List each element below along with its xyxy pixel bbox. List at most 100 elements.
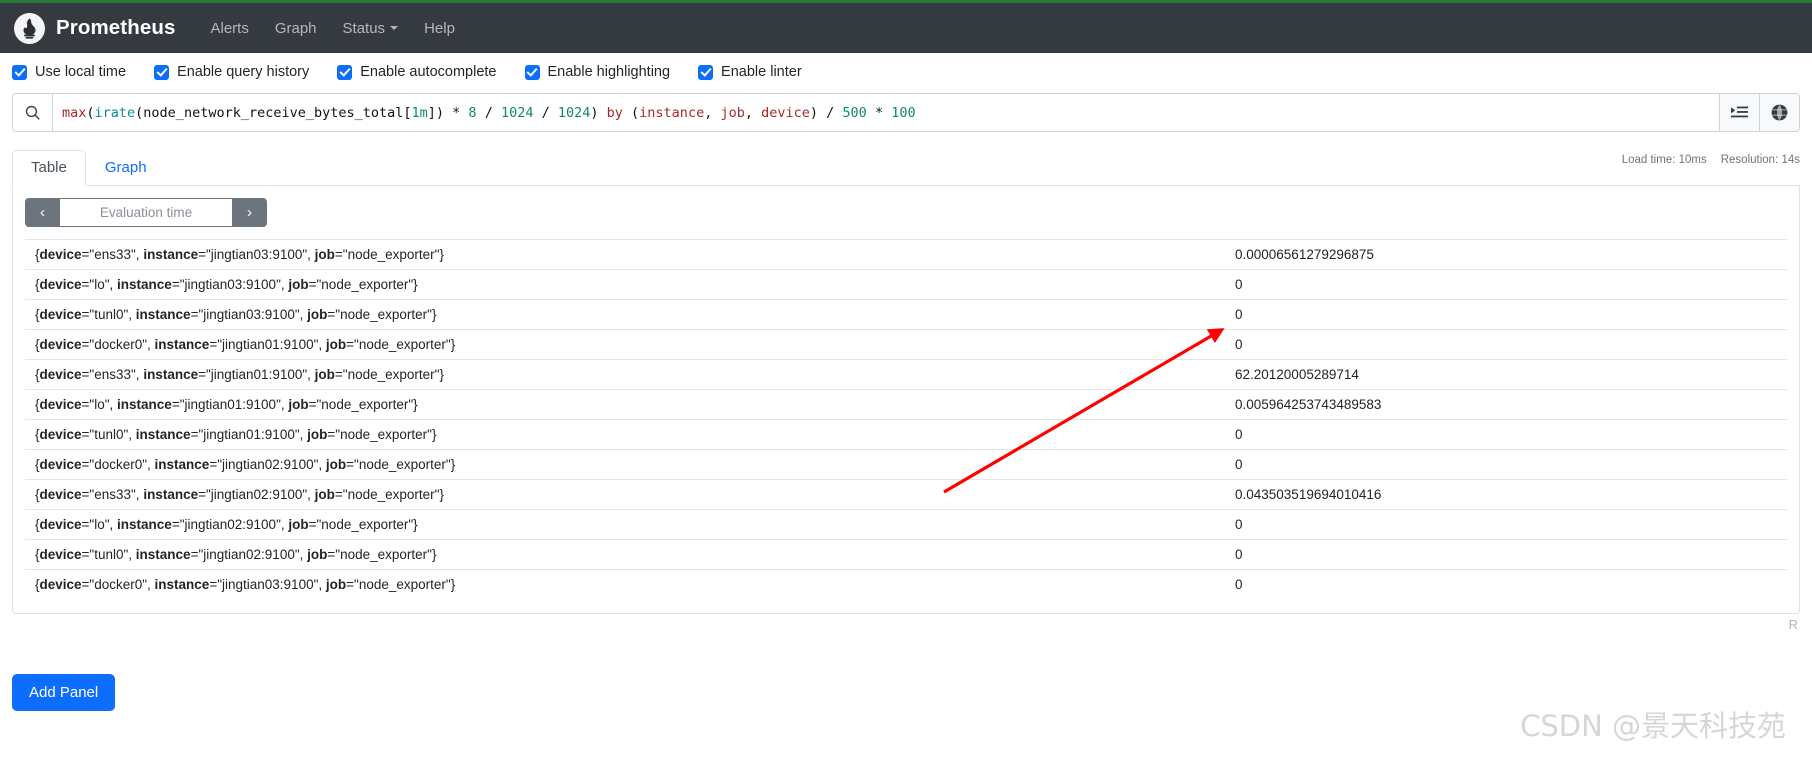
label-value: ="ens33", (81, 367, 144, 382)
label-name: job (314, 367, 335, 382)
evaluation-time-next-button[interactable]: › (232, 198, 267, 227)
brace: } (431, 547, 437, 562)
label-value: ="lo", (81, 277, 118, 292)
nav-link-status-label: Status (342, 19, 386, 37)
label-name: device (39, 397, 82, 412)
query-token: ( (622, 104, 640, 121)
prometheus-torch-logo-icon (14, 12, 45, 44)
option-label: Enable linter (721, 64, 802, 80)
label-value: ="node_exporter" (308, 277, 414, 292)
metric-value-cell: 0.00006561279296875 (1235, 247, 1374, 262)
label-name: instance (154, 457, 210, 472)
label-value: ="jingtian01:9100", (209, 337, 326, 352)
label-value: ="node_exporter" (327, 547, 432, 562)
query-expression-input[interactable]: max(irate(node_network_receive_bytes_tot… (53, 94, 1719, 131)
label-name: instance (135, 427, 191, 442)
top-navbar: Prometheus Alerts Graph Status Help (0, 0, 1812, 53)
label-name: instance (143, 247, 199, 262)
label-value: ="node_exporter" (334, 487, 440, 502)
label-value: ="jingtian03:9100", (171, 277, 289, 292)
label-value: ="ens33", (81, 247, 144, 262)
query-options-row: Use local time Enable query history Enab… (0, 53, 1812, 90)
label-name: job (314, 247, 335, 262)
resolution-text: Resolution: 14s (1720, 154, 1800, 166)
option-enable-highlighting[interactable]: Enable highlighting (524, 64, 671, 80)
query-token: , (744, 104, 762, 121)
evaluation-time-input[interactable]: Evaluation time (60, 198, 232, 227)
brand-title: Prometheus (56, 16, 176, 39)
label-name: device (39, 487, 82, 502)
brace: } (439, 367, 444, 382)
query-token: , (704, 104, 721, 121)
label-value: ="lo", (81, 397, 118, 412)
label-name: job (325, 457, 347, 472)
label-value: ="tunl0", (81, 547, 136, 562)
option-enable-query-history[interactable]: Enable query history (154, 64, 309, 80)
option-enable-linter[interactable]: Enable linter (698, 64, 802, 80)
nav-link-status[interactable]: Status (330, 14, 412, 43)
brace: } (413, 397, 418, 412)
checkbox-enable-highlighting[interactable] (524, 64, 540, 80)
label-name: device (39, 247, 82, 262)
checkbox-enable-query-history[interactable] (154, 64, 170, 80)
label-name: instance (143, 367, 199, 382)
remove-panel-label[interactable]: R (1789, 617, 1798, 632)
metric-value-cell: 0 (1235, 457, 1243, 472)
label-value: ="jingtian03:9100", (209, 577, 326, 592)
nav-link-graph-label: Graph (274, 19, 317, 37)
label-value: ="jingtian03:9100", (190, 307, 308, 322)
table-row: {device="ens33", instance="jingtian03:91… (25, 239, 1787, 270)
checkbox-enable-linter[interactable] (698, 64, 714, 80)
nav-link-graph[interactable]: Graph (262, 14, 330, 43)
tab-table-label: Table (31, 159, 67, 176)
nav-link-alerts[interactable]: Alerts (197, 14, 261, 43)
label-value: ="tunl0", (81, 307, 136, 322)
chevron-down-icon (390, 26, 399, 30)
brand[interactable]: Prometheus (14, 12, 176, 44)
panel-footer: R (12, 614, 1800, 632)
metrics-explorer-icon[interactable] (1719, 94, 1759, 131)
option-label: Enable highlighting (547, 64, 671, 80)
tab-table[interactable]: Table (12, 150, 86, 186)
tab-graph[interactable]: Graph (86, 150, 166, 186)
query-token: 1024 (500, 104, 534, 121)
nav-link-help[interactable]: Help (411, 14, 468, 43)
label-value: ="node_exporter" (334, 247, 440, 262)
checkbox-enable-autocomplete[interactable] (337, 64, 353, 80)
query-token: job (720, 104, 745, 121)
label-value: ="jingtian03:9100", (198, 247, 315, 262)
option-enable-autocomplete[interactable]: Enable autocomplete (337, 64, 497, 80)
label-name: job (325, 577, 347, 592)
label-name: instance (117, 397, 172, 412)
query-token: 100 (891, 104, 916, 121)
metric-value-cell: 0 (1235, 547, 1243, 562)
metric-value-cell: 0 (1235, 307, 1243, 322)
query-token: ]) * (427, 104, 469, 121)
label-name: device (39, 277, 82, 292)
table-row: {device="docker0", instance="jingtian02:… (25, 449, 1787, 480)
globe-icon[interactable] (1759, 94, 1799, 131)
label-name: instance (117, 517, 172, 532)
checkbox-use-local-time[interactable] (12, 64, 27, 80)
label-name: instance (143, 487, 199, 502)
label-name: instance (117, 277, 172, 292)
label-value: ="ens33", (81, 487, 144, 502)
watermark-text: CSDN @景天科技苑 (1520, 709, 1786, 743)
label-name: job (288, 517, 309, 532)
metric-labels-cell: {device="tunl0", instance="jingtian01:91… (25, 420, 1225, 450)
label-name: job (307, 427, 328, 442)
add-panel-button[interactable]: Add Panel (12, 674, 116, 711)
label-value: ="node_exporter" (327, 307, 432, 322)
label-value: ="jingtian02:9100", (171, 517, 289, 532)
search-icon (13, 94, 53, 131)
metric-labels-cell: {device="tunl0", instance="jingtian02:91… (25, 540, 1225, 570)
nav-link-help-label: Help (424, 19, 455, 37)
nav-link-alerts-label: Alerts (210, 19, 249, 37)
label-name: device (39, 337, 82, 352)
label-name: job (288, 277, 309, 292)
label-value: ="node_exporter" (327, 427, 432, 442)
option-use-local-time[interactable]: Use local time (12, 64, 126, 80)
table-row: {device="tunl0", instance="jingtian01:91… (25, 419, 1787, 450)
evaluation-time-prev-button[interactable]: ‹ (25, 198, 60, 227)
query-token: 500 (842, 104, 867, 121)
